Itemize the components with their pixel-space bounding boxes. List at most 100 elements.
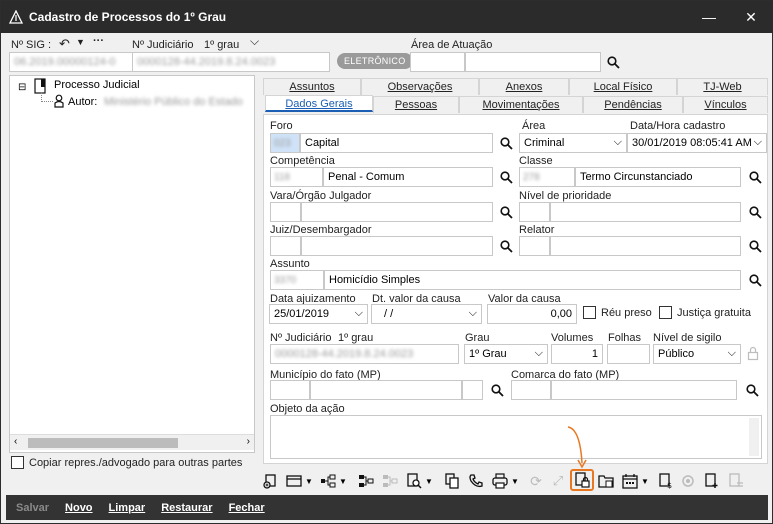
foro-search-icon[interactable] bbox=[498, 135, 514, 151]
nivel-prioridade-code[interactable] bbox=[519, 202, 550, 222]
area-field-code[interactable] bbox=[410, 52, 465, 72]
refresh-disabled-icon[interactable]: ⟳ bbox=[525, 470, 547, 492]
nivel-prioridade-field[interactable] bbox=[550, 202, 741, 222]
undo-icon[interactable]: ↶ bbox=[59, 36, 70, 52]
minimize-icon[interactable]: — bbox=[689, 1, 729, 33]
justica-gratuita-checkbox[interactable] bbox=[659, 306, 672, 319]
competencia-code[interactable]: 118 bbox=[270, 167, 323, 187]
comarca-field[interactable] bbox=[551, 380, 737, 400]
comarca-code[interactable] bbox=[511, 380, 551, 400]
classe-search-icon[interactable] bbox=[747, 169, 763, 185]
new-button[interactable]: Novo bbox=[65, 502, 93, 514]
close-icon[interactable]: ✕ bbox=[731, 1, 771, 33]
search-icon[interactable] bbox=[605, 54, 621, 70]
tab-movimentacoes[interactable]: Movimentações bbox=[459, 96, 583, 113]
relator-field[interactable] bbox=[550, 236, 741, 256]
scroll-left-icon[interactable]: ‹ bbox=[14, 436, 17, 447]
dropdown-icon[interactable]: ▼ bbox=[337, 470, 349, 492]
objeto-textarea[interactable] bbox=[270, 415, 762, 459]
njud2-field[interactable]: 0000128-44.2019.8.24.0023 bbox=[270, 344, 459, 364]
expand-disabled-icon[interactable]: ⤢ bbox=[547, 470, 569, 492]
foro-field[interactable]: Capital bbox=[300, 133, 493, 153]
add-document-icon[interactable] bbox=[259, 470, 281, 492]
close-button[interactable]: Fechar bbox=[229, 502, 265, 514]
juiz-search-icon[interactable] bbox=[498, 238, 514, 254]
municipio-field[interactable] bbox=[310, 380, 462, 400]
assunto-code[interactable]: 3370 bbox=[270, 270, 324, 290]
tree-root[interactable]: Processo Judicial bbox=[54, 79, 140, 91]
tab-anexos[interactable]: Anexos bbox=[479, 78, 569, 95]
comarca-search-icon[interactable] bbox=[744, 382, 760, 398]
restore-button[interactable]: Restaurar bbox=[161, 502, 212, 514]
scroll-right-icon[interactable]: › bbox=[247, 436, 250, 447]
reu-preso-checkbox[interactable] bbox=[583, 306, 596, 319]
copy-document-icon[interactable] bbox=[441, 470, 463, 492]
competencia-field[interactable]: Penal - Comum bbox=[323, 167, 493, 187]
foro-code[interactable]: 023 bbox=[270, 133, 300, 153]
phone-icon[interactable] bbox=[465, 470, 487, 492]
hierarchy-icon[interactable] bbox=[355, 470, 377, 492]
njud-field[interactable]: 0000128-44.2019.8.24.0023 bbox=[132, 52, 330, 72]
tree-child-label[interactable]: Autor: bbox=[68, 96, 97, 108]
tab-pendencias[interactable]: Pendências bbox=[583, 96, 683, 113]
relator-code[interactable] bbox=[519, 236, 550, 256]
data-cadastro-select[interactable]: 30/01/2019 08:05:41 AM ⌵ bbox=[627, 133, 767, 153]
document-money-icon[interactable]: $ bbox=[655, 470, 677, 492]
data-ajuizamento-select[interactable]: 25/01/2019 ⌵ bbox=[269, 304, 368, 324]
tab-pessoas[interactable]: Pessoas bbox=[373, 96, 459, 113]
copy-repres-checkbox[interactable] bbox=[11, 456, 24, 469]
tab-assuntos[interactable]: Assuntos bbox=[263, 78, 361, 95]
window-icon[interactable] bbox=[283, 470, 305, 492]
horizontal-scrollbar[interactable]: ‹ › bbox=[10, 434, 254, 450]
tab-local-fisico[interactable]: Local Físico bbox=[569, 78, 677, 95]
calendar-icon[interactable] bbox=[619, 470, 641, 492]
grau-select[interactable]: 1º Grau ⌵ bbox=[464, 344, 548, 364]
collapse-icon[interactable]: ⊟ bbox=[18, 82, 26, 93]
juiz-field[interactable] bbox=[301, 236, 493, 256]
more-icon[interactable]: ··· bbox=[93, 35, 104, 47]
volumes-field[interactable]: 1 bbox=[551, 344, 603, 364]
save-button[interactable]: Salvar bbox=[16, 502, 49, 514]
settings-disabled-icon[interactable] bbox=[677, 470, 699, 492]
dropdown-icon[interactable]: ▼ bbox=[76, 37, 85, 47]
assunto-search-icon[interactable] bbox=[747, 272, 763, 288]
lock-icon[interactable] bbox=[747, 346, 759, 364]
juiz-code[interactable] bbox=[270, 236, 301, 256]
document-lock-icon[interactable] bbox=[570, 469, 594, 491]
area-select[interactable]: Criminal ⌵ bbox=[519, 133, 627, 153]
municipio-uf[interactable] bbox=[462, 380, 483, 400]
vara-search-icon[interactable] bbox=[498, 204, 514, 220]
classe-field[interactable]: Termo Circunstanciado bbox=[575, 167, 741, 187]
classe-code[interactable]: 278 bbox=[519, 167, 575, 187]
vertical-scrollbar[interactable] bbox=[749, 418, 759, 456]
tab-tjweb[interactable]: TJ-Web bbox=[677, 78, 768, 95]
tree-structure-icon[interactable] bbox=[317, 470, 339, 492]
dropdown-icon[interactable]: ▼ bbox=[639, 470, 651, 492]
tab-vinculos[interactable]: Vínculos bbox=[683, 96, 768, 113]
tab-observacoes[interactable]: Observações bbox=[361, 78, 479, 95]
valor-causa-field[interactable]: 0,00 bbox=[487, 304, 577, 324]
assunto-field[interactable]: Homicídio Simples bbox=[324, 270, 741, 290]
dropdown-icon[interactable]: ▼ bbox=[303, 470, 315, 492]
sigilo-select[interactable]: Público ⌵ bbox=[653, 344, 741, 364]
municipio-code[interactable] bbox=[270, 380, 310, 400]
dropdown-icon[interactable]: ▼ bbox=[509, 470, 521, 492]
area-field-value[interactable] bbox=[465, 52, 601, 72]
nsig-field[interactable]: 06.2019.00000124-0 bbox=[9, 52, 133, 72]
document-search-icon[interactable] bbox=[403, 470, 425, 492]
print-icon[interactable] bbox=[489, 470, 511, 492]
vara-code[interactable] bbox=[270, 202, 301, 222]
dropdown-icon[interactable]: ▼ bbox=[423, 470, 435, 492]
hierarchy-disabled-icon[interactable] bbox=[379, 470, 401, 492]
folhas-field[interactable] bbox=[607, 344, 650, 364]
competencia-search-icon[interactable] bbox=[498, 169, 514, 185]
folder-document-icon[interactable] bbox=[595, 470, 617, 492]
tab-dados-gerais[interactable]: Dados Gerais bbox=[265, 95, 373, 112]
vara-field[interactable] bbox=[301, 202, 493, 222]
municipio-search-icon[interactable] bbox=[489, 382, 505, 398]
dt-valor-select[interactable]: / / ⌵ bbox=[371, 304, 482, 324]
clear-button[interactable]: Limpar bbox=[109, 502, 146, 514]
relator-search-icon[interactable] bbox=[747, 238, 763, 254]
document-add-icon[interactable] bbox=[701, 470, 723, 492]
chevron-down-icon[interactable]: ⌵ bbox=[250, 34, 259, 49]
